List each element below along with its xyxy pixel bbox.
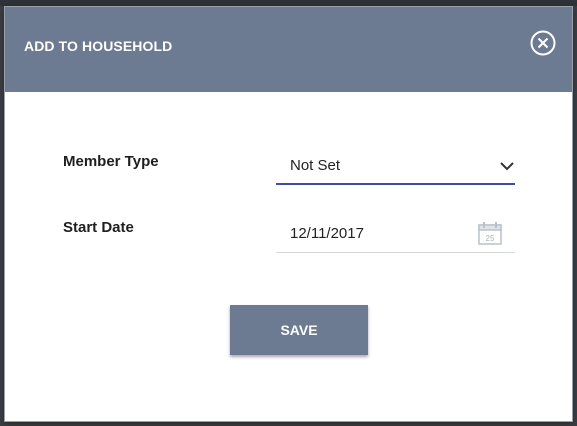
close-circle-icon <box>530 30 556 56</box>
close-button[interactable] <box>528 28 558 58</box>
chevron-down-icon <box>500 162 514 171</box>
member-type-select[interactable]: Not Set <box>276 149 515 185</box>
member-type-label: Member Type <box>63 153 159 170</box>
add-to-household-dialog: ADD TO HOUSEHOLD Member Type Not Set Sta… <box>4 6 573 422</box>
start-date-field[interactable]: 12/11/2017 25 <box>276 217 515 253</box>
dialog-title: ADD TO HOUSEHOLD <box>24 38 173 54</box>
start-date-value: 12/11/2017 <box>290 225 364 242</box>
dialog-header: ADD TO HOUSEHOLD <box>5 7 572 92</box>
calendar-icon-day: 25 <box>486 234 495 243</box>
start-date-label: Start Date <box>63 219 134 236</box>
member-type-value: Not Set <box>290 157 341 174</box>
save-button[interactable]: SAVE <box>230 305 368 355</box>
calendar-icon[interactable]: 25 <box>477 220 503 246</box>
